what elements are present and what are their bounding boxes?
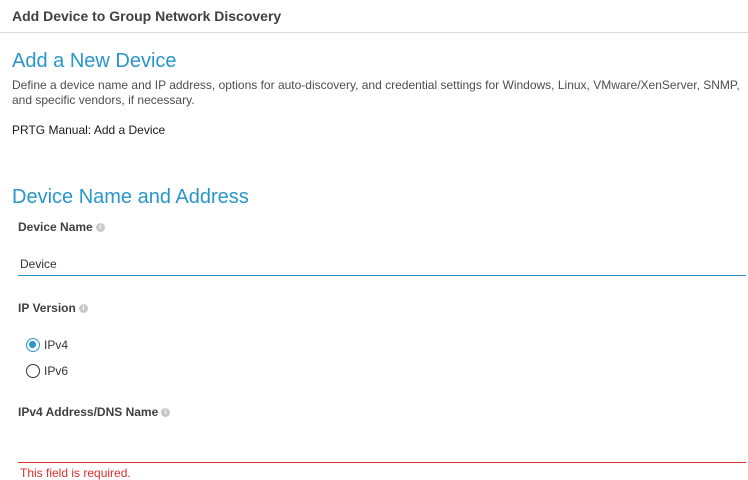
info-icon[interactable]: i [161, 408, 171, 417]
ipv4-label: IPv4 [44, 338, 69, 352]
page-header: Add Device to Group Network Discovery [0, 0, 748, 33]
ipv4-radio[interactable] [26, 338, 40, 352]
ip-address-label-text: IPv4 Address/DNS Name [18, 405, 159, 419]
page-title: Add Device to Group Network Discovery [12, 8, 282, 24]
ip-address-label: IPv4 Address/DNS Name i [18, 405, 171, 419]
field-required-error: This field is required. [20, 466, 131, 480]
ip-address-input[interactable] [18, 440, 746, 463]
ipv6-label: IPv6 [44, 364, 69, 378]
ip-version-label: IP Version i [18, 301, 88, 315]
ipv6-radio-option[interactable]: IPv6 [26, 362, 68, 380]
manual-link[interactable]: PRTG Manual: Add a Device [12, 123, 165, 137]
device-name-input[interactable] [18, 253, 746, 276]
ipv4-radio-option[interactable]: IPv4 [26, 336, 68, 354]
ip-version-label-text: IP Version [18, 301, 76, 315]
intro-description: Define a device name and IP address, opt… [12, 78, 740, 107]
info-icon[interactable]: i [95, 223, 105, 232]
ipv6-radio[interactable] [26, 364, 40, 378]
add-device-heading: Add a New Device [12, 50, 177, 72]
info-icon[interactable]: i [78, 304, 88, 313]
device-name-address-heading: Device Name and Address [12, 186, 249, 208]
device-name-label-text: Device Name [18, 220, 93, 234]
device-name-label: Device Name i [18, 220, 105, 234]
